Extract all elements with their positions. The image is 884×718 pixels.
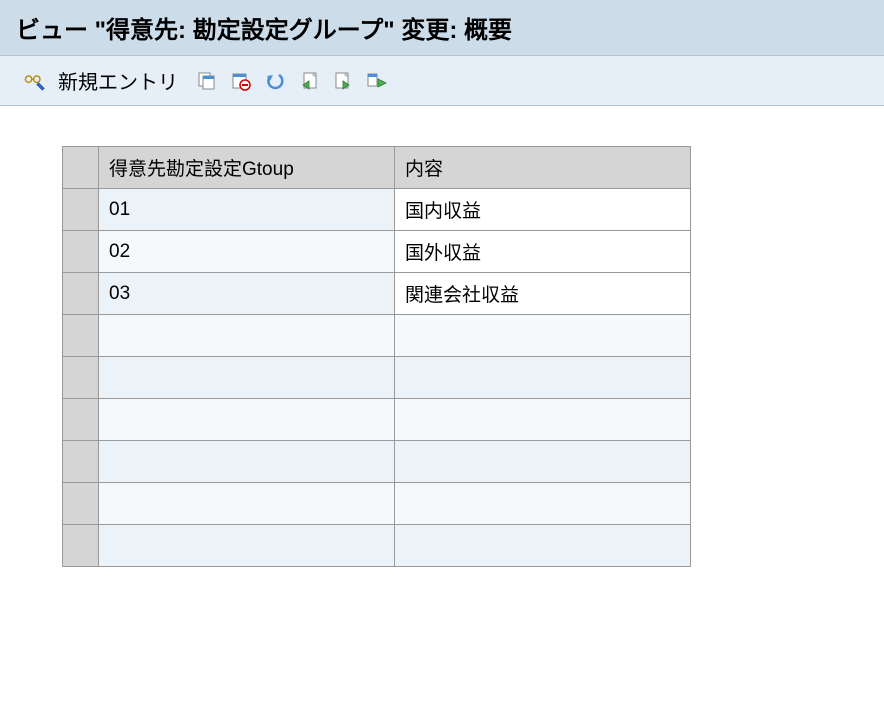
glasses-edit-icon[interactable] [24,70,46,92]
table-row[interactable] [63,441,691,483]
table-row[interactable] [63,357,691,399]
row-selector[interactable] [63,315,99,357]
cell-desc[interactable]: 国内収益 [395,189,691,231]
new-entry-button[interactable]: 新規エントリ [58,66,178,95]
column-header-selector[interactable] [63,147,99,189]
cell-desc[interactable] [395,483,691,525]
cell-desc[interactable]: 国外収益 [395,231,691,273]
cell-desc[interactable] [395,399,691,441]
cell-desc[interactable]: 関連会社収益 [395,273,691,315]
cell-code[interactable] [99,357,395,399]
table-row[interactable] [63,525,691,567]
row-selector[interactable] [63,273,99,315]
column-header-code[interactable]: 得意先勘定設定Gtoup [99,147,395,189]
delete-row-icon[interactable] [230,70,252,92]
table-row[interactable] [63,483,691,525]
column-header-desc[interactable]: 内容 [395,147,691,189]
undo-icon[interactable] [264,70,286,92]
table-row[interactable] [63,399,691,441]
row-selector[interactable] [63,357,99,399]
transport-icon[interactable] [366,70,388,92]
cell-code[interactable] [99,525,395,567]
cell-desc[interactable] [395,525,691,567]
table-row[interactable]: 01国内収益 [63,189,691,231]
row-selector[interactable] [63,525,99,567]
row-selector[interactable] [63,441,99,483]
page-title: ビュー "得意先: 勘定設定グループ" 変更: 概要 [0,0,884,56]
content-area: 得意先勘定設定Gtoup 内容 01国内収益02国外収益03関連会社収益 [0,106,884,567]
row-selector[interactable] [63,189,99,231]
copy-icon[interactable] [196,70,218,92]
toolbar: 新規エントリ [0,56,884,106]
row-selector[interactable] [63,231,99,273]
cell-code[interactable] [99,441,395,483]
cell-desc[interactable] [395,441,691,483]
cell-desc[interactable] [395,315,691,357]
cell-desc[interactable] [395,357,691,399]
cell-code[interactable] [99,483,395,525]
data-table: 得意先勘定設定Gtoup 内容 01国内収益02国外収益03関連会社収益 [62,146,691,567]
page-prev-icon[interactable] [298,70,320,92]
cell-code[interactable]: 03 [99,273,395,315]
table-row[interactable]: 03関連会社収益 [63,273,691,315]
page-next-icon[interactable] [332,70,354,92]
row-selector[interactable] [63,483,99,525]
cell-code[interactable]: 01 [99,189,395,231]
row-selector[interactable] [63,399,99,441]
cell-code[interactable]: 02 [99,231,395,273]
table-row[interactable] [63,315,691,357]
cell-code[interactable] [99,399,395,441]
table-row[interactable]: 02国外収益 [63,231,691,273]
cell-code[interactable] [99,315,395,357]
